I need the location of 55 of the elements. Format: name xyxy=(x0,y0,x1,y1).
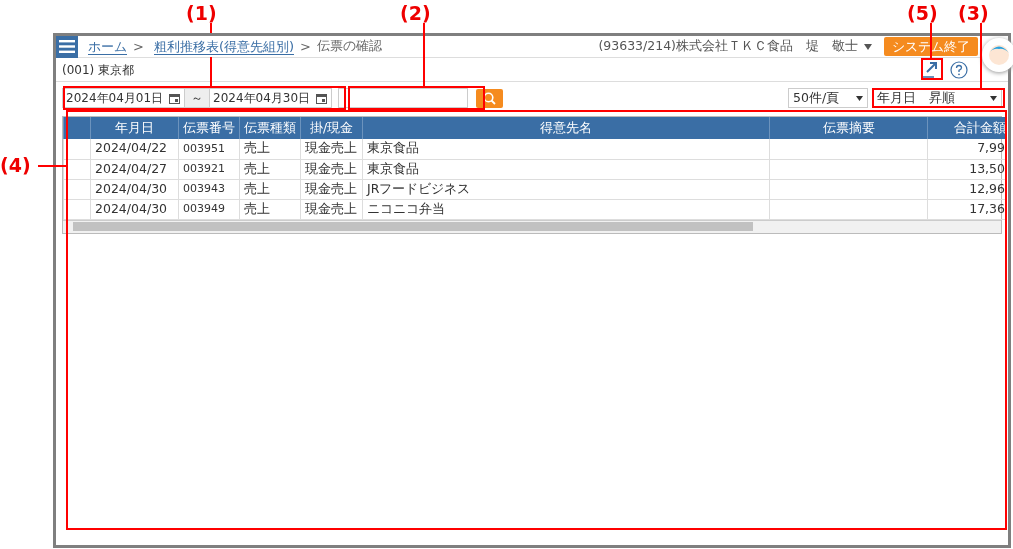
column-header[interactable]: 伝票摘要 xyxy=(769,117,928,139)
table-cell: 003943 xyxy=(178,179,240,199)
table-cell: 現金売上 xyxy=(300,179,363,199)
table-cell: 003951 xyxy=(178,139,240,159)
annotation-label: (1) xyxy=(186,3,217,23)
breadcrumb-separator: > xyxy=(133,37,144,56)
user-menu[interactable]: (93633/214)株式会社ＴＫＣ食品 堤 敬士 xyxy=(598,37,858,56)
table-cell: 売上 xyxy=(239,139,301,159)
table-cell: 2024/04/22 xyxy=(90,139,179,159)
column-header[interactable]: 年月日 xyxy=(90,117,179,139)
table-cell: 2024/04/30 xyxy=(90,179,179,199)
annotation-label: (5) xyxy=(907,3,938,23)
breadcrumb-link[interactable]: 粗利推移表(得意先組別) xyxy=(153,38,295,55)
table-cell: 現金売上 xyxy=(300,159,363,179)
table-cell: ニコニコ弁当 xyxy=(362,199,770,219)
column-header[interactable]: 掛/現金 xyxy=(300,117,363,139)
caret-icon[interactable] xyxy=(864,43,872,50)
leader-line xyxy=(980,23,982,88)
column-header[interactable]: 伝票種類 xyxy=(239,117,301,139)
help-icon[interactable] xyxy=(950,60,968,79)
search-field[interactable] xyxy=(338,88,468,108)
table-cell: 売上 xyxy=(239,179,301,199)
external-link-icon[interactable] xyxy=(921,61,938,78)
column-header[interactable]: 得意先名 xyxy=(362,117,770,139)
column-header[interactable]: 伝票番号 xyxy=(178,117,240,139)
menu-button[interactable] xyxy=(56,35,78,58)
dropdown[interactable]: 50件/頁 xyxy=(788,88,868,108)
annotation-label: (2) xyxy=(400,3,431,23)
table-cell: 2024/04/30 xyxy=(90,199,179,219)
leader-line xyxy=(38,165,66,167)
table-cell: 003921 xyxy=(178,159,240,179)
breadcrumb-separator: > xyxy=(300,37,311,56)
annotation-label: (4) xyxy=(0,155,31,175)
table-cell: 東京食品 xyxy=(362,139,770,159)
leader-line xyxy=(423,23,425,86)
annotation-label: (3) xyxy=(958,3,989,23)
table-cell: 2024/04/27 xyxy=(90,159,179,179)
breadcrumb-link[interactable]: ホーム xyxy=(88,38,127,55)
column-header[interactable]: 合計金額 xyxy=(927,117,1006,139)
caret-icon[interactable] xyxy=(856,95,863,101)
table-cell: 003949 xyxy=(178,199,240,219)
annotation-frame xyxy=(921,58,943,80)
table-cell: 現金売上 xyxy=(300,199,363,219)
search-icon[interactable] xyxy=(483,91,496,105)
table-cell: JRフードビジネス xyxy=(362,179,770,199)
caret-icon[interactable] xyxy=(990,95,997,101)
table-cell: 現金売上 xyxy=(300,139,363,159)
leader-line xyxy=(210,57,212,86)
search-button[interactable] xyxy=(476,88,503,108)
table-cell: 売上 xyxy=(239,199,301,219)
office-label: (001) 東京都 xyxy=(62,61,135,79)
table-cell: 東京食品 xyxy=(362,159,770,179)
leader-line xyxy=(930,23,932,58)
table-cell: 売上 xyxy=(239,159,301,179)
breadcrumb-current: 伝票の確認 xyxy=(316,37,382,56)
